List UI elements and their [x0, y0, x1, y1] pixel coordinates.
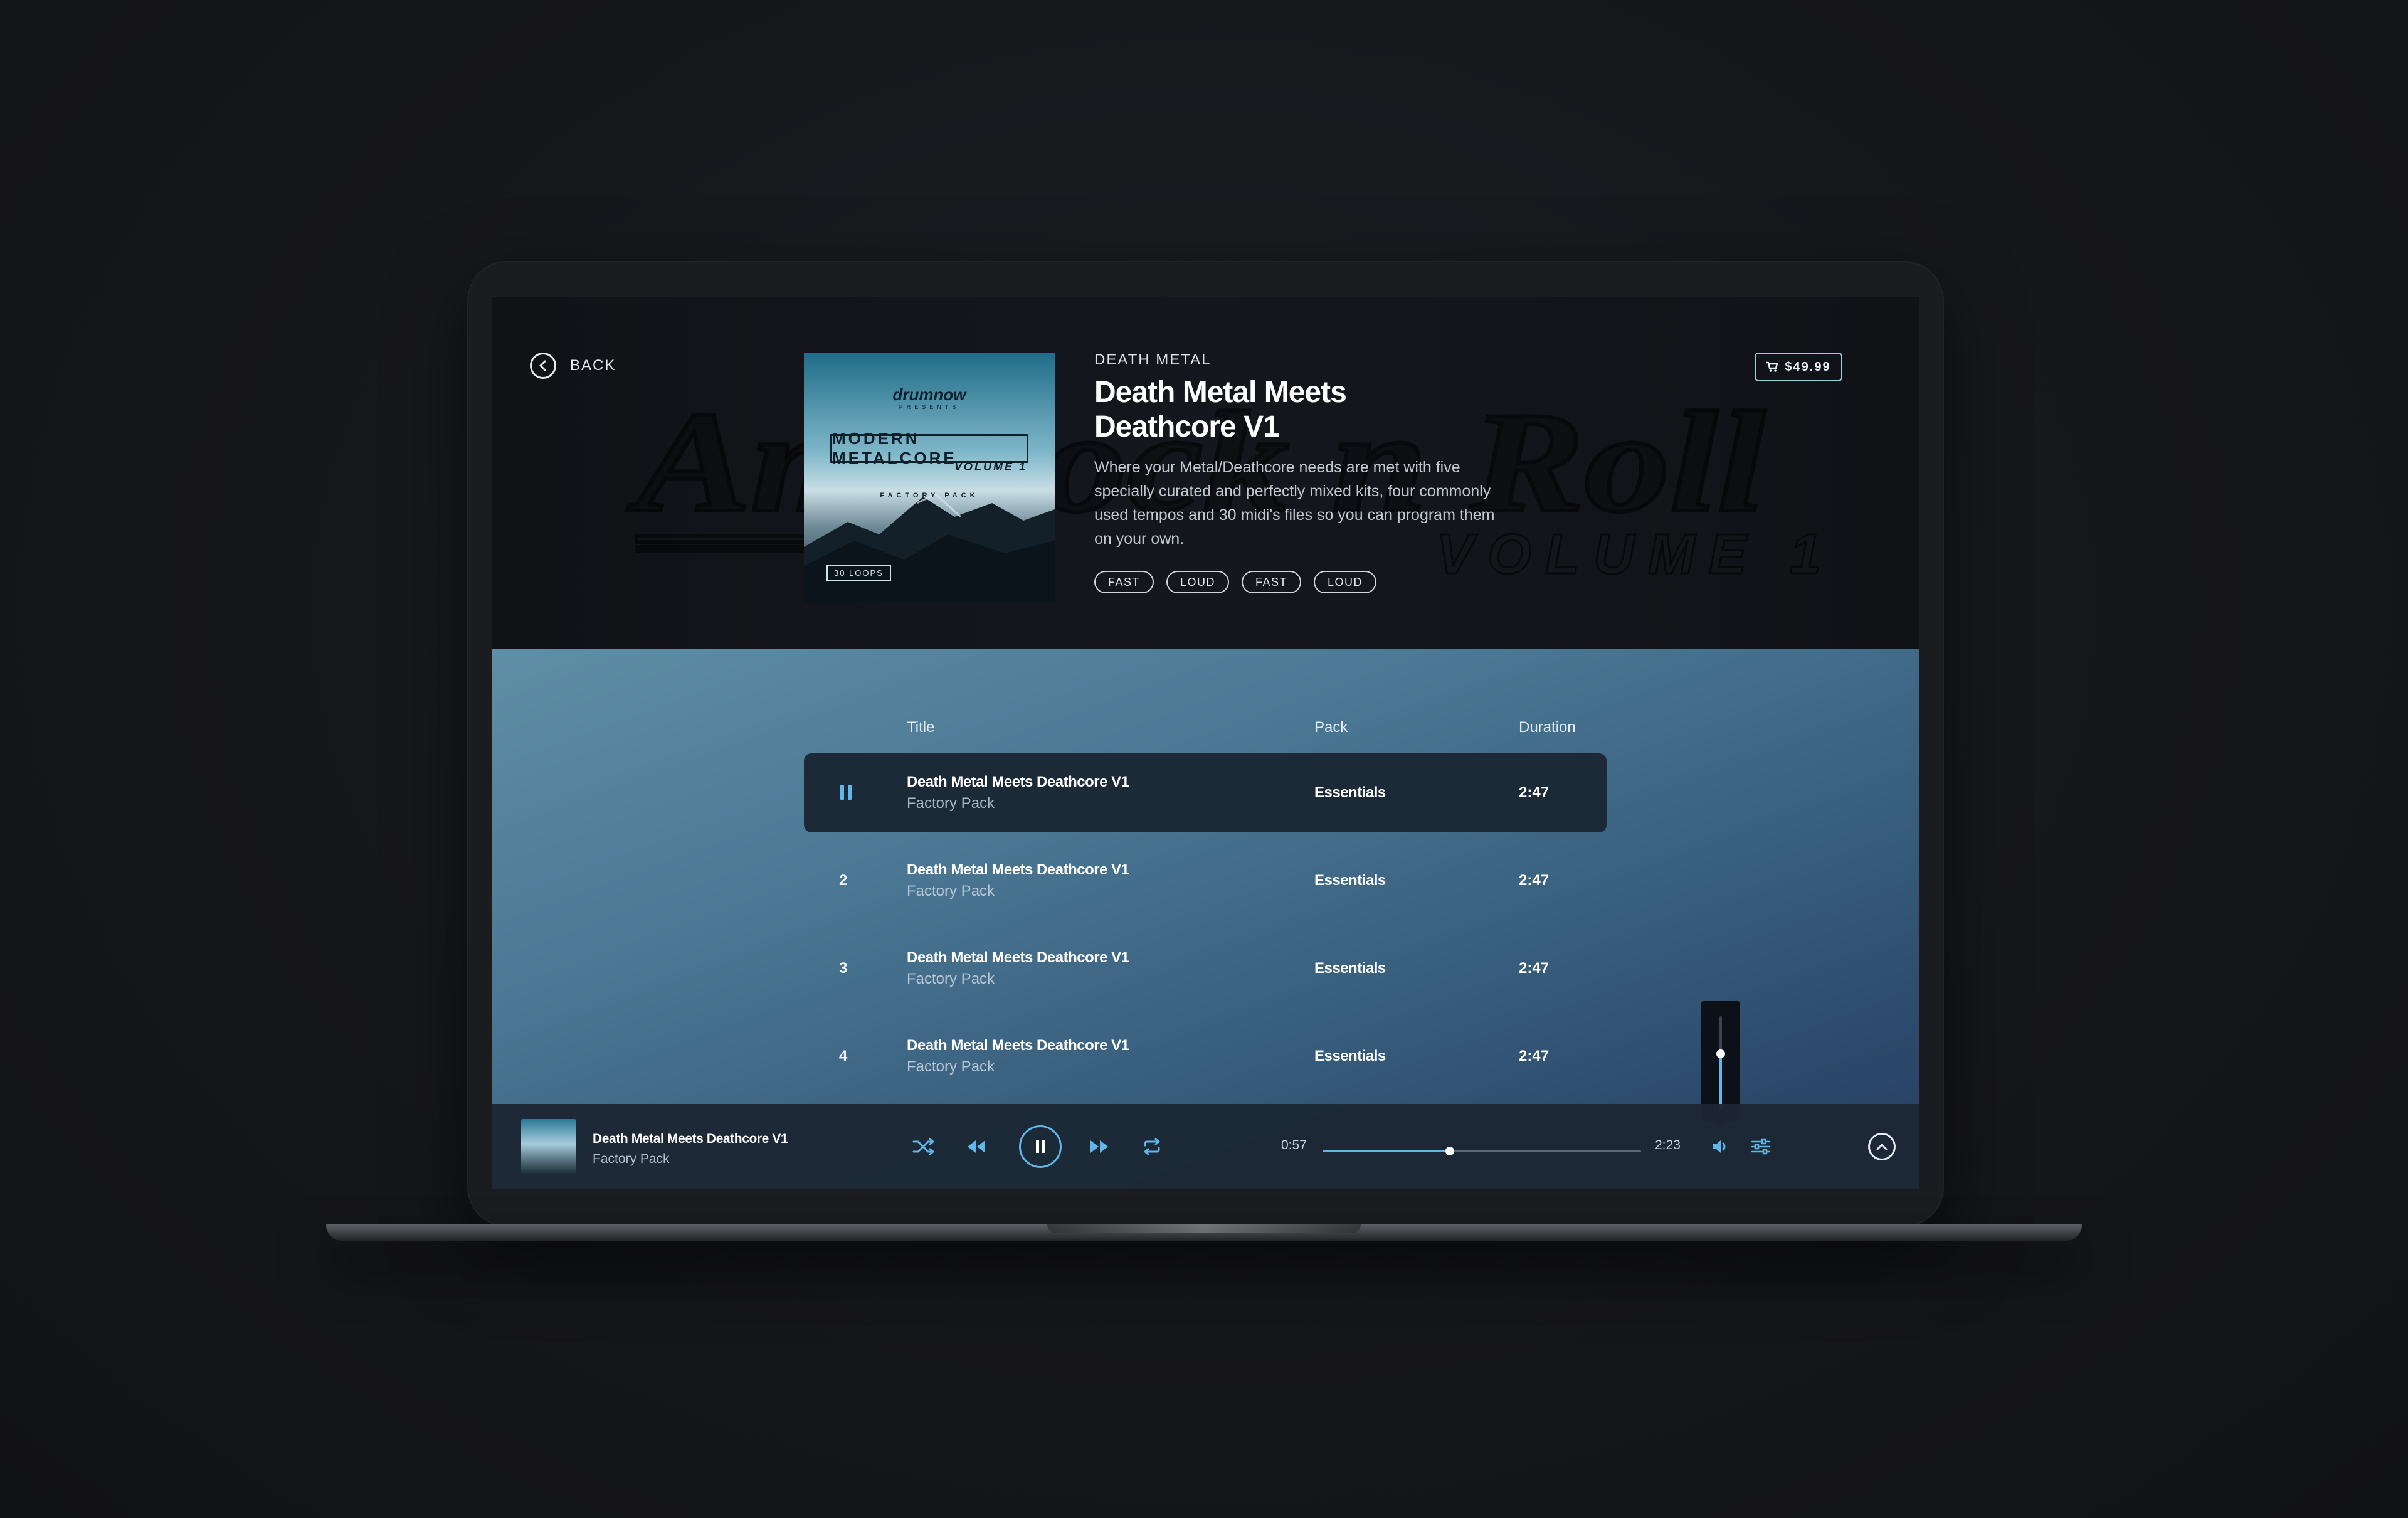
volume-knob[interactable]	[1716, 1049, 1725, 1058]
track-pack: Essentials	[1314, 960, 1386, 977]
back-label: BACK	[570, 357, 616, 374]
column-header-title[interactable]: Title	[907, 719, 934, 736]
volume-icon	[1713, 1140, 1726, 1153]
chevron-up-icon	[1876, 1144, 1888, 1150]
expand-player-button[interactable]	[1868, 1133, 1896, 1160]
pause-icon	[1036, 1140, 1045, 1153]
track-pack: Essentials	[1314, 1048, 1386, 1064]
equalizer-button[interactable]	[1748, 1135, 1773, 1158]
cover-loops-badge: 30 LOOPS	[826, 565, 891, 581]
now-playing-title: Death Metal Meets Deathcore V1	[593, 1132, 788, 1146]
chevron-left-icon	[530, 353, 556, 379]
track-title: Death Metal Meets Deathcore V1	[907, 1037, 1129, 1054]
track-row[interactable]: 2 Death Metal Meets Deathcore V1 Factory…	[804, 841, 1607, 920]
track-number: 3	[839, 960, 848, 977]
repeat-button[interactable]	[1138, 1134, 1166, 1159]
track-row[interactable]: 3 Death Metal Meets Deathcore V1 Factory…	[804, 929, 1607, 1008]
seek-knob[interactable]	[1445, 1147, 1455, 1155]
repeat-icon	[1144, 1138, 1160, 1155]
track-pack: Essentials	[1314, 784, 1386, 801]
track-duration: 2:47	[1519, 960, 1550, 977]
track-subtitle: Factory Pack	[907, 970, 995, 987]
tag-list: FAST LOUD FAST LOUD	[1094, 571, 1377, 593]
background-art-line2: VOLUME 1	[1436, 523, 1835, 586]
now-playing-subtitle: Factory Pack	[593, 1152, 670, 1166]
genre-label: DEATH METAL	[1094, 351, 1212, 368]
column-header-pack[interactable]: Pack	[1314, 719, 1348, 736]
track-number: 2	[839, 872, 848, 889]
column-header-duration[interactable]: Duration	[1519, 719, 1576, 736]
seek-bar[interactable]	[1323, 1147, 1641, 1155]
cart-icon	[1766, 361, 1778, 372]
track-pack: Essentials	[1314, 872, 1386, 889]
pack-header: Am Rock n Roll VOLUME 1 BACK drumnow PRE…	[492, 297, 1919, 649]
pack-description: Where your Metal/Deathcore needs are met…	[1094, 459, 1495, 548]
cover-title: MODERN METALCORE	[830, 429, 1028, 467]
tag-loud[interactable]: LOUD	[1314, 571, 1377, 593]
volume-fill	[1719, 1054, 1722, 1110]
track-number: 4	[839, 1048, 848, 1064]
cover-brand-sub: PRESENTS	[899, 404, 960, 410]
player-bar: Death Metal Meets Deathcore V1 Factory P…	[492, 1104, 1919, 1189]
cover-brand: drumnow	[892, 385, 966, 404]
pause-icon[interactable]	[840, 785, 852, 800]
track-row[interactable]: 4 Death Metal Meets Deathcore V1 Factory…	[804, 1017, 1607, 1096]
track-title: Death Metal Meets Deathcore V1	[907, 949, 1129, 966]
pack-title: Death Metal Meets Deathcore V1	[1094, 376, 1347, 443]
track-subtitle: Factory Pack	[907, 883, 995, 900]
now-playing-cover[interactable]	[521, 1119, 576, 1174]
volume-button[interactable]	[1709, 1135, 1733, 1158]
shuffle-icon	[912, 1138, 934, 1155]
fast-forward-icon	[1090, 1140, 1108, 1153]
track-row[interactable]: Death Metal Meets Deathcore V1 Factory P…	[804, 753, 1607, 832]
laptop-notch	[1047, 1224, 1361, 1233]
app-screen: Am Rock n Roll VOLUME 1 BACK drumnow PRE…	[492, 297, 1919, 1189]
track-subtitle: Factory Pack	[907, 795, 995, 812]
fast-forward-button[interactable]	[1085, 1134, 1113, 1159]
back-button[interactable]: BACK	[530, 353, 616, 379]
remaining-time: 2:23	[1655, 1138, 1681, 1152]
cover-volume: VOLUME 1	[954, 460, 1027, 473]
track-duration: 2:47	[1519, 1048, 1550, 1064]
seek-progress	[1323, 1150, 1450, 1152]
tag-fast[interactable]: FAST	[1242, 571, 1302, 593]
elapsed-time: 0:57	[1281, 1138, 1307, 1152]
track-subtitle: Factory Pack	[907, 1058, 995, 1075]
cover-subtitle: FACTORY PACK	[880, 492, 979, 499]
track-duration: 2:47	[1519, 872, 1550, 889]
track-duration: 2:47	[1519, 784, 1550, 801]
track-title: Death Metal Meets Deathcore V1	[907, 773, 1129, 790]
price-label: $49.99	[1785, 359, 1831, 374]
tag-loud[interactable]: LOUD	[1166, 571, 1230, 593]
buy-button[interactable]: $49.99	[1755, 353, 1842, 381]
equalizer-icon	[1751, 1138, 1771, 1155]
album-cover[interactable]: drumnow PRESENTS MODERN METALCORE VOLUME…	[804, 353, 1055, 603]
shuffle-button[interactable]	[910, 1134, 937, 1159]
rewind-icon	[968, 1140, 985, 1153]
track-title: Death Metal Meets Deathcore V1	[907, 861, 1129, 878]
play-pause-button[interactable]	[1019, 1125, 1062, 1168]
rewind-button[interactable]	[963, 1134, 990, 1159]
tag-fast[interactable]: FAST	[1094, 571, 1154, 593]
volume-slider[interactable]	[1716, 1016, 1725, 1110]
